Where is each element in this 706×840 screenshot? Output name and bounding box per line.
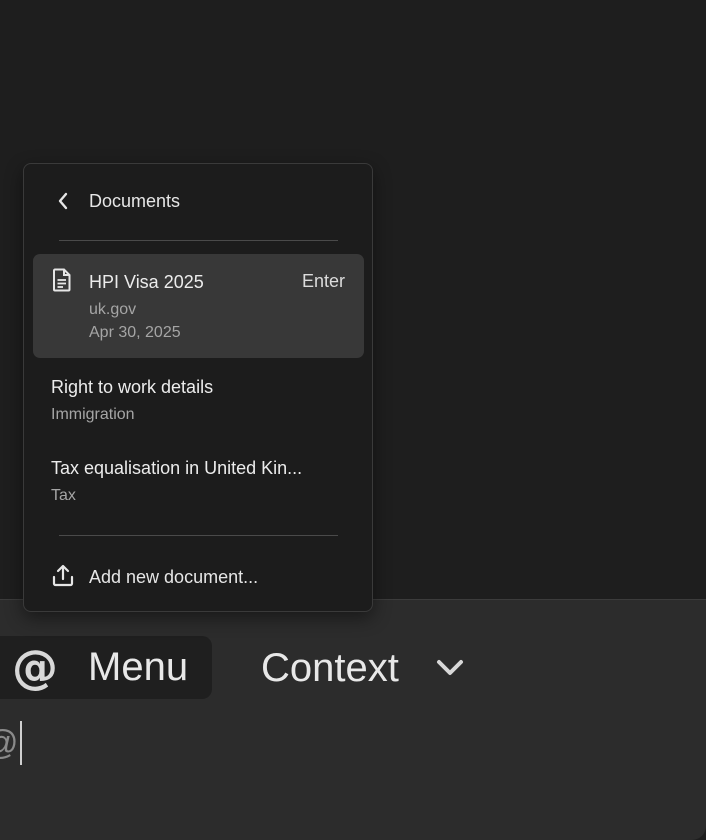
document-title: HPI Visa 2025 [89, 272, 204, 292]
document-category: Immigration [51, 406, 135, 423]
document-title: Tax equalisation in United Kin... [51, 458, 303, 478]
add-document-label: Add new document... [89, 567, 259, 587]
upload-icon [52, 564, 74, 587]
document-title: Right to work details [51, 377, 214, 397]
document-date: Apr 30, 2025 [89, 324, 181, 341]
document-item[interactable]: Right to work details Immigration [24, 374, 372, 444]
message-input[interactable]: @ [0, 720, 22, 766]
chevron-left-icon[interactable] [54, 189, 72, 213]
document-category: Tax [51, 487, 76, 504]
document-item[interactable]: Tax equalisation in United Kin... Tax [24, 455, 372, 525]
menu-chip[interactable]: @ Menu [0, 636, 212, 699]
popover-title: Documents [89, 191, 181, 211]
add-document-button[interactable]: Add new document... [24, 560, 372, 594]
text-caret [19, 721, 22, 765]
documents-popover: Documents HPI Visa 2025 Enter uk.gov Apr… [23, 163, 373, 612]
menu-label: Menu [88, 645, 189, 689]
divider [59, 535, 338, 536]
document-item-selected[interactable]: HPI Visa 2025 Enter uk.gov Apr 30, 2025 [33, 254, 364, 358]
document-icon [53, 268, 71, 292]
popover-header: Documents [24, 186, 372, 216]
at-sign-icon: @ [12, 640, 58, 694]
chevron-down-icon [433, 651, 467, 685]
divider [59, 240, 338, 241]
context-label: Context [261, 645, 399, 690]
document-source: uk.gov [89, 301, 137, 318]
input-value: @ [0, 720, 19, 766]
shortcut-hint: Enter [301, 271, 345, 291]
context-button[interactable]: Context [261, 636, 467, 699]
